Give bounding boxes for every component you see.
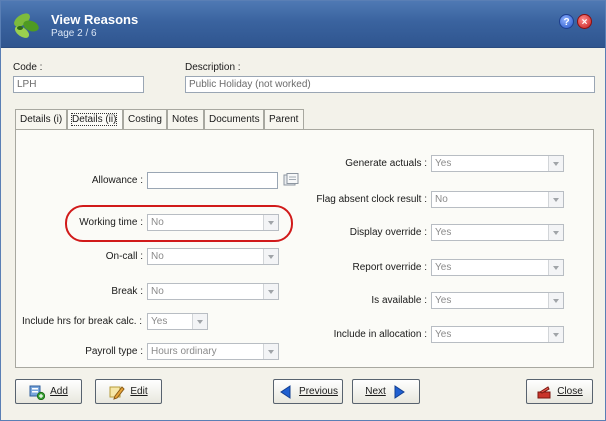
arrow-left-icon bbox=[280, 384, 291, 399]
close-label: Close bbox=[557, 386, 583, 397]
chevron-down-icon[interactable] bbox=[263, 284, 278, 299]
chevron-down-icon[interactable] bbox=[548, 260, 563, 275]
working-time-highlight bbox=[65, 205, 293, 242]
payroll-type-value: Hours ordinary bbox=[151, 346, 217, 357]
chevron-down-icon[interactable] bbox=[263, 344, 278, 359]
include-allocation-value: Yes bbox=[435, 329, 452, 340]
chevron-down-icon[interactable] bbox=[548, 156, 563, 171]
window-title: View Reasons bbox=[51, 12, 139, 27]
tab-details-i[interactable]: Details (i) bbox=[15, 109, 67, 129]
leaf-logo-icon bbox=[14, 13, 39, 38]
chevron-down-icon[interactable] bbox=[548, 192, 563, 207]
code-label: Code : bbox=[13, 62, 43, 73]
payroll-type-label: Payroll type : bbox=[85, 346, 143, 357]
browse-list-icon[interactable] bbox=[283, 173, 299, 187]
report-override-label: Report override : bbox=[352, 262, 427, 273]
display-override-select[interactable]: Yes bbox=[431, 224, 564, 241]
flag-absent-value: No bbox=[435, 194, 448, 205]
close-door-icon bbox=[537, 385, 551, 398]
chevron-down-icon[interactable] bbox=[548, 327, 563, 342]
report-override-select[interactable]: Yes bbox=[431, 259, 564, 276]
generate-actuals-value: Yes bbox=[435, 158, 452, 169]
generate-actuals-select[interactable]: Yes bbox=[431, 155, 564, 172]
include-hrs-select[interactable]: Yes bbox=[147, 313, 208, 330]
add-label: Add bbox=[50, 386, 68, 397]
tab-documents-label: Documents bbox=[209, 114, 260, 125]
is-available-label: Is available : bbox=[371, 295, 427, 306]
arrow-right-icon bbox=[394, 384, 405, 399]
tab-parent[interactable]: Parent bbox=[264, 109, 304, 129]
edit-button[interactable]: Edit bbox=[95, 379, 162, 404]
tab-costing-label: Costing bbox=[128, 114, 162, 125]
next-label: Next bbox=[365, 386, 386, 397]
flag-absent-select[interactable]: No bbox=[431, 191, 564, 208]
generate-actuals-label: Generate actuals : bbox=[345, 158, 427, 169]
chevron-down-icon[interactable] bbox=[263, 249, 278, 264]
tab-costing[interactable]: Costing bbox=[123, 109, 167, 129]
chevron-down-icon[interactable] bbox=[548, 225, 563, 240]
report-override-value: Yes bbox=[435, 262, 452, 273]
include-allocation-select[interactable]: Yes bbox=[431, 326, 564, 343]
include-hrs-label: Include hrs for break calc. : bbox=[22, 316, 143, 327]
description-label: Description : bbox=[185, 62, 241, 73]
tab-details-ii-label: Details (ii) bbox=[70, 113, 118, 126]
chevron-down-icon[interactable] bbox=[192, 314, 207, 329]
help-icon[interactable]: ? bbox=[559, 14, 574, 29]
allowance-label: Allowance : bbox=[91, 175, 143, 186]
display-override-label: Display override : bbox=[349, 227, 427, 238]
payroll-type-select[interactable]: Hours ordinary bbox=[147, 343, 279, 360]
tab-details-i-label: Details (i) bbox=[20, 114, 63, 125]
include-allocation-label: Include in allocation : bbox=[333, 329, 427, 340]
on-call-value: No bbox=[151, 251, 164, 262]
break-value: No bbox=[151, 286, 164, 297]
allowance-field[interactable] bbox=[147, 172, 278, 189]
break-label: Break : bbox=[111, 286, 143, 297]
break-select[interactable]: No bbox=[147, 283, 279, 300]
display-override-value: Yes bbox=[435, 227, 452, 238]
add-user-icon bbox=[29, 385, 46, 400]
tab-documents[interactable]: Documents bbox=[204, 109, 264, 129]
code-field[interactable]: LPH bbox=[13, 76, 144, 93]
on-call-select[interactable]: No bbox=[147, 248, 279, 265]
flag-absent-label: Flag absent clock result : bbox=[316, 194, 427, 205]
edit-label: Edit bbox=[130, 386, 148, 397]
add-button[interactable]: Add bbox=[15, 379, 82, 404]
close-window-icon[interactable]: × bbox=[577, 14, 592, 29]
previous-label: Previous bbox=[299, 386, 338, 397]
description-field[interactable]: Public Holiday (not worked) bbox=[185, 76, 595, 93]
page-indicator: Page 2 / 6 bbox=[51, 28, 97, 39]
view-reasons-window: View Reasons Page 2 / 6 ? × Code : LPH D… bbox=[0, 0, 606, 421]
tab-notes[interactable]: Notes bbox=[167, 109, 204, 129]
tab-notes-label: Notes bbox=[172, 114, 199, 125]
close-button[interactable]: Close bbox=[526, 379, 593, 404]
title-bar: View Reasons Page 2 / 6 ? × bbox=[1, 1, 605, 48]
chevron-down-icon[interactable] bbox=[548, 293, 563, 308]
on-call-label: On-call : bbox=[105, 251, 143, 262]
previous-button[interactable]: Previous bbox=[273, 379, 343, 404]
is-available-value: Yes bbox=[435, 295, 452, 306]
pencil-edit-icon bbox=[109, 385, 126, 400]
next-button[interactable]: Next bbox=[352, 379, 420, 404]
tab-details-ii[interactable]: Details (ii) bbox=[67, 109, 123, 130]
tab-parent-label: Parent bbox=[269, 114, 299, 125]
include-hrs-value: Yes bbox=[151, 316, 168, 327]
is-available-select[interactable]: Yes bbox=[431, 292, 564, 309]
